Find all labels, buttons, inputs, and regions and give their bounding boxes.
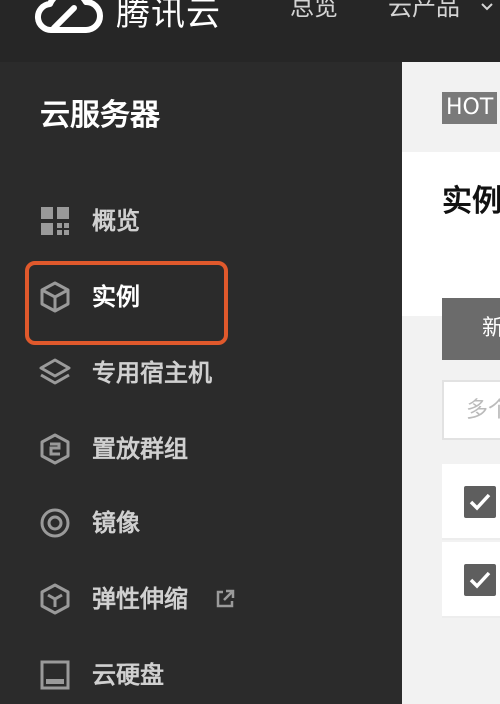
box-icon: [40, 583, 70, 615]
table-row[interactable]: [442, 542, 500, 618]
sidebar-item-label: 镜像: [92, 509, 140, 537]
sidebar-item-auto-scaling[interactable]: 弹性伸缩: [0, 574, 402, 624]
layers-icon: [39, 358, 71, 385]
row-checkbox[interactable]: [464, 486, 496, 518]
grid-icon: [41, 207, 69, 235]
table-row[interactable]: [442, 464, 500, 540]
hexagon-icon: [40, 433, 70, 465]
sidebar-item-cloud-disk[interactable]: 云硬盘: [0, 650, 402, 700]
external-link-icon: [216, 589, 235, 608]
sidebar-item-label: 概览: [92, 207, 140, 235]
brand-name[interactable]: 腾讯云: [116, 0, 221, 37]
top-bar: 腾讯云 总览 云产品: [0, 0, 500, 62]
page-header: 实例: [402, 152, 500, 316]
nav-overview[interactable]: 总览: [290, 0, 338, 27]
sidebar-item-label: 置放群组: [92, 435, 188, 463]
sidebar: 云服务器 概览 实例 专用宿主机 置放群组 镜像 弹性伸缩 云硬盘: [0, 62, 402, 704]
disk-icon: [40, 660, 70, 690]
sidebar-item-label: 云硬盘: [92, 661, 164, 689]
row-checkbox[interactable]: [464, 564, 496, 596]
new-instance-button[interactable]: 新: [442, 298, 500, 360]
hot-badge[interactable]: HOT: [442, 92, 498, 124]
sidebar-item-overview[interactable]: 概览: [0, 196, 402, 246]
nav-cloud-products[interactable]: 云产品: [388, 0, 460, 27]
sidebar-title: 云服务器: [40, 98, 160, 133]
cube-icon: [40, 281, 70, 313]
sidebar-item-instances[interactable]: 实例: [0, 272, 402, 322]
cloud-logo-icon[interactable]: [30, 0, 106, 36]
check-icon: [469, 493, 491, 511]
page-title: 实例: [442, 184, 500, 219]
sidebar-item-images[interactable]: 镜像: [0, 498, 402, 548]
target-icon: [40, 508, 70, 538]
sidebar-item-label: 弹性伸缩: [92, 585, 188, 613]
chevron-down-icon[interactable]: [480, 2, 494, 12]
sidebar-item-dedicated-host[interactable]: 专用宿主机: [0, 348, 402, 398]
search-input[interactable]: [442, 380, 500, 440]
sidebar-item-label: 实例: [92, 283, 140, 311]
check-icon: [469, 571, 491, 589]
main-content: HOT 实例 新: [402, 62, 500, 704]
sidebar-item-placement-group[interactable]: 置放群组: [0, 424, 402, 474]
sidebar-item-label: 专用宿主机: [92, 359, 212, 387]
